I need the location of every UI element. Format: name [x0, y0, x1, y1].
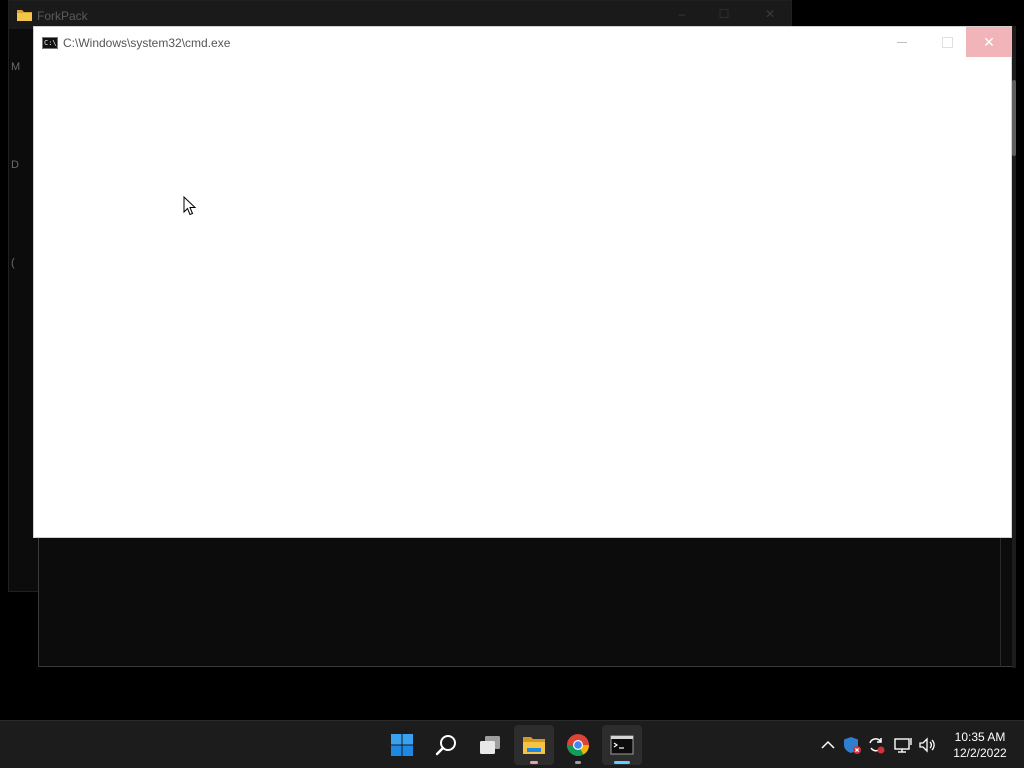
terminal-icon-label: C:\_ [44, 39, 61, 47]
sync-icon[interactable] [866, 735, 886, 755]
app-indicator [614, 761, 630, 764]
minimize-button[interactable] [879, 27, 925, 57]
chrome-taskbar-button[interactable] [558, 725, 598, 765]
network-icon[interactable] [893, 735, 913, 755]
close-icon: ✕ [983, 34, 995, 50]
close-button[interactable]: ✕ [966, 27, 1012, 57]
app-indicator [575, 761, 581, 764]
volume-icon[interactable] [918, 735, 938, 755]
chevron-up-icon[interactable] [818, 735, 838, 755]
app-indicator [530, 761, 538, 764]
mouse-cursor-icon [183, 196, 197, 216]
desktop: ForkPack – ☐ ✕ M D ( C:\_ C:\Windows\sys… [0, 0, 1024, 720]
window-title: C:\Windows\system32\cmd.exe [63, 36, 231, 50]
maximize-button[interactable] [924, 27, 970, 57]
start-button[interactable] [382, 725, 422, 765]
scrollbar-thumb[interactable] [1012, 80, 1016, 156]
explorer-titlebar[interactable]: ForkPack – ☐ ✕ [9, 1, 791, 29]
search-button[interactable] [426, 725, 466, 765]
clock-time: 10:35 AM [954, 730, 1006, 744]
close-button[interactable]: ✕ [761, 7, 779, 21]
background-console-window[interactable] [38, 536, 1016, 667]
explorer-title: ForkPack [37, 9, 88, 23]
search-icon [435, 735, 456, 756]
cmd-taskbar-button[interactable] [602, 725, 642, 765]
minimize-button[interactable]: – [673, 7, 691, 21]
sidebar-letter: M [11, 61, 21, 73]
chrome-icon [567, 734, 589, 756]
clock[interactable]: 10:35 AM 12/2/2022 [944, 729, 1016, 761]
sidebar-letter: ( [11, 257, 15, 269]
maximize-button[interactable]: ☐ [715, 7, 733, 21]
console-output-area[interactable] [34, 57, 1011, 537]
windows-logo-icon [391, 734, 413, 756]
cmd-window[interactable]: C:\_ C:\Windows\system32\cmd.exe ✕ [33, 26, 1012, 538]
defender-icon[interactable] [842, 735, 862, 755]
folder-icon [523, 737, 545, 754]
cmd-titlebar[interactable]: C:\_ C:\Windows\system32\cmd.exe ✕ [34, 27, 1012, 57]
folder-icon [17, 10, 32, 21]
task-view-icon [480, 736, 500, 754]
terminal-icon [610, 735, 634, 755]
terminal-icon: C:\_ [42, 37, 61, 49]
task-view-button[interactable] [470, 725, 510, 765]
taskbar: 10:35 AM 12/2/2022 [0, 720, 1024, 768]
file-explorer-taskbar-button[interactable] [514, 725, 554, 765]
clock-date: 12/2/2022 [953, 746, 1007, 760]
sidebar-letter: D [11, 159, 19, 171]
scrollbar-track[interactable] [1000, 536, 1001, 667]
